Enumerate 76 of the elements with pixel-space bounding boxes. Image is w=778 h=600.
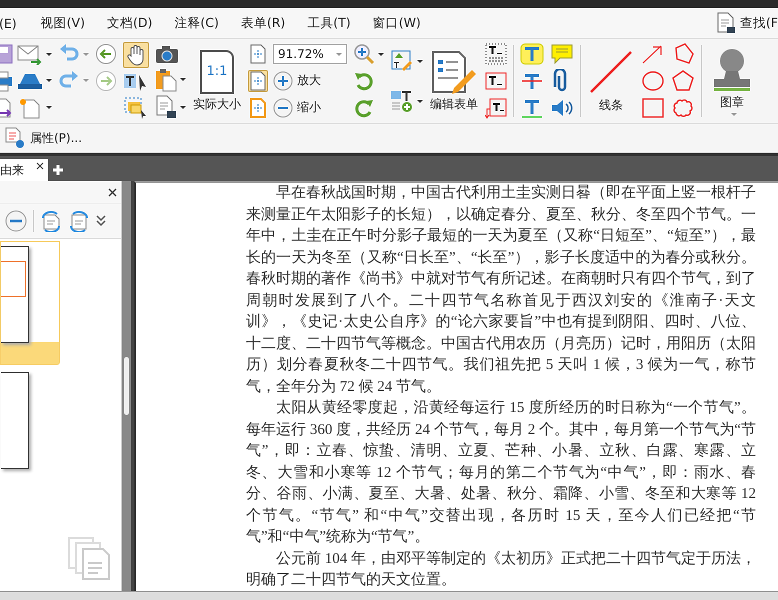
stamp-label[interactable]: 图章: [720, 94, 744, 111]
actual-size-button[interactable]: 1:1: [200, 50, 234, 94]
paragraph: 早在春秋战国时期，中国古代利用土圭实测日晷（即在平面上竖一根杆子来测量正午太阳影子的长短），以确定春分、夏至、秋分、冬至四个节气。一年中，土圭在正午时分影子最短的一天为夏至（又称“日短至”、“短至”），最长的一天为冬至（又称“日长至”、“长至”），影子长度适中的为春分或秋分。春秋时期的著作《尚书》中就对节气有所记述。在商朝时只有四个节气，到了周朝时发展到了八个。二十四节气名称首见于西汉刘安的《淮南子·天文训》，《史记·太史公自序》的“论六家要旨”中也有提到阴阳、四时、八位、十二度、二十四节气等概念。中国古代用农历（月亮历）记时，用阳历（太阳历）划分春夏秋冬二十四节气。我们祖先把 5 天叫 1 候，3 候为一气，称节气，全年分为 72 候 24 节气。: [246, 184, 756, 396]
note-icon[interactable]: [550, 43, 574, 65]
document-search-icon[interactable]: [155, 95, 177, 120]
menu-item[interactable]: 窗口(W): [366, 14, 437, 32]
zoom-in-button[interactable]: 放大: [273, 70, 321, 91]
splitter-handle[interactable]: [124, 357, 129, 415]
page-fit-icon: [250, 98, 266, 118]
document-search-icon[interactable]: [716, 12, 736, 34]
highlight-text-icon[interactable]: [520, 43, 544, 66]
menu-item[interactable]: 视图(V): [34, 14, 101, 32]
callout-box-icon[interactable]: [485, 96, 507, 119]
hand-icon: [126, 44, 146, 66]
save-icon[interactable]: [0, 43, 14, 66]
properties-button[interactable]: 属性(P)...: [4, 127, 82, 149]
caret-icon[interactable]: [378, 52, 384, 56]
menu-item[interactable]: 表单(R): [234, 14, 302, 32]
plus-icon: [273, 70, 293, 91]
ellipse-icon[interactable]: [641, 70, 665, 92]
caret-icon[interactable]: [46, 79, 52, 82]
document-settings-icon: [4, 127, 26, 149]
pages-icon: [68, 537, 110, 581]
caret-icon[interactable]: [417, 100, 423, 102]
back-icon[interactable]: [95, 43, 117, 66]
zoom-out-icon[interactable]: [5, 210, 27, 232]
fit-page-button[interactable]: [248, 70, 268, 92]
marquee-select-icon[interactable]: [123, 96, 149, 120]
close-icon[interactable]: [108, 188, 117, 196]
text-box-icon[interactable]: [485, 70, 507, 92]
rotate-right-icon[interactable]: [68, 210, 90, 232]
chevron-down-icon[interactable]: [96, 214, 106, 228]
fit-width-button[interactable]: [248, 43, 268, 66]
page-thumbnail[interactable]: [0, 241, 60, 365]
edit-form-icon[interactable]: [430, 50, 478, 94]
email-icon[interactable]: [17, 43, 43, 66]
caret-icon[interactable]: [180, 106, 186, 109]
edit-image-text-icon[interactable]: [390, 49, 414, 73]
menu-item[interactable]: (E): [0, 16, 35, 30]
viewport-frame: [1, 261, 26, 297]
paragraph: 太阳从黄经零度起，沿黄经每运行 15 度所经历的时日称为“一个节气”。每年运行 360 度，共经历 24 个节气，每月 2 个。其中，每月第一个节气为“节气”，即：立春、惊蛰、清明、立夏、芒种、小暑、立秋、白露、寒露、立冬、大雪和小寒等 12 个节气；每月的第二个节气为“中气”，即：雨水、春分、谷雨、小满、夏至、大暑、处暑、秋分、霜降、小雪、冬至和大寒等 12 个节气。“节气” 和“中气”交替出现，各历时 15 天，至今人们已经把“节气”和“中气”统称为“节气”。: [246, 398, 756, 547]
find-menu[interactable]: 查找(F: [736, 14, 778, 32]
document-tab[interactable]: 由来: [0, 159, 48, 181]
print-icon[interactable]: [0, 70, 14, 92]
add-image-text-icon[interactable]: [390, 89, 414, 113]
zoom-in-icon[interactable]: [353, 43, 375, 66]
line-icon[interactable]: [588, 48, 634, 94]
hand-tool-button[interactable]: [123, 42, 149, 68]
line-tool-label[interactable]: 线条: [599, 96, 623, 114]
menu-item[interactable]: 工具(T): [301, 14, 367, 32]
page-fit-icon: [250, 44, 266, 64]
rotate-left-icon[interactable]: [40, 210, 62, 232]
fit-visible-button[interactable]: [248, 96, 268, 119]
page-fit-icon: [250, 70, 266, 91]
caret-icon[interactable]: [46, 52, 52, 56]
menu-item[interactable]: 注释(C): [168, 14, 235, 32]
minus-icon: [273, 98, 293, 118]
rectangle-icon[interactable]: [641, 96, 665, 119]
menu-item[interactable]: 文档(D): [100, 14, 168, 32]
export-icon[interactable]: [0, 96, 14, 119]
clipboard-icon[interactable]: [155, 68, 177, 92]
cloud-icon[interactable]: [671, 96, 695, 119]
zoom-out-button[interactable]: 缩小: [273, 98, 321, 118]
speaker-icon[interactable]: [550, 97, 574, 119]
close-icon[interactable]: [36, 162, 44, 170]
panel-splitter[interactable]: [122, 181, 134, 591]
caret-icon[interactable]: [46, 106, 52, 110]
pentagon-icon[interactable]: [671, 70, 695, 92]
new-tab-icon[interactable]: [52, 164, 64, 176]
actual-size-label[interactable]: 实际大小: [193, 96, 241, 112]
caret-icon[interactable]: [180, 78, 186, 82]
text-field-icon[interactable]: [485, 43, 507, 66]
zoom-combo[interactable]: 91.72%: [273, 44, 347, 64]
caret-icon[interactable]: [417, 60, 423, 62]
edit-form-label[interactable]: 编辑表单: [430, 96, 478, 112]
paragraph: 公元前 104 年，由邓平等制定的《太初历》正式把二十四节气定于历法，明确了二十四节气的天文位置。: [246, 549, 756, 590]
